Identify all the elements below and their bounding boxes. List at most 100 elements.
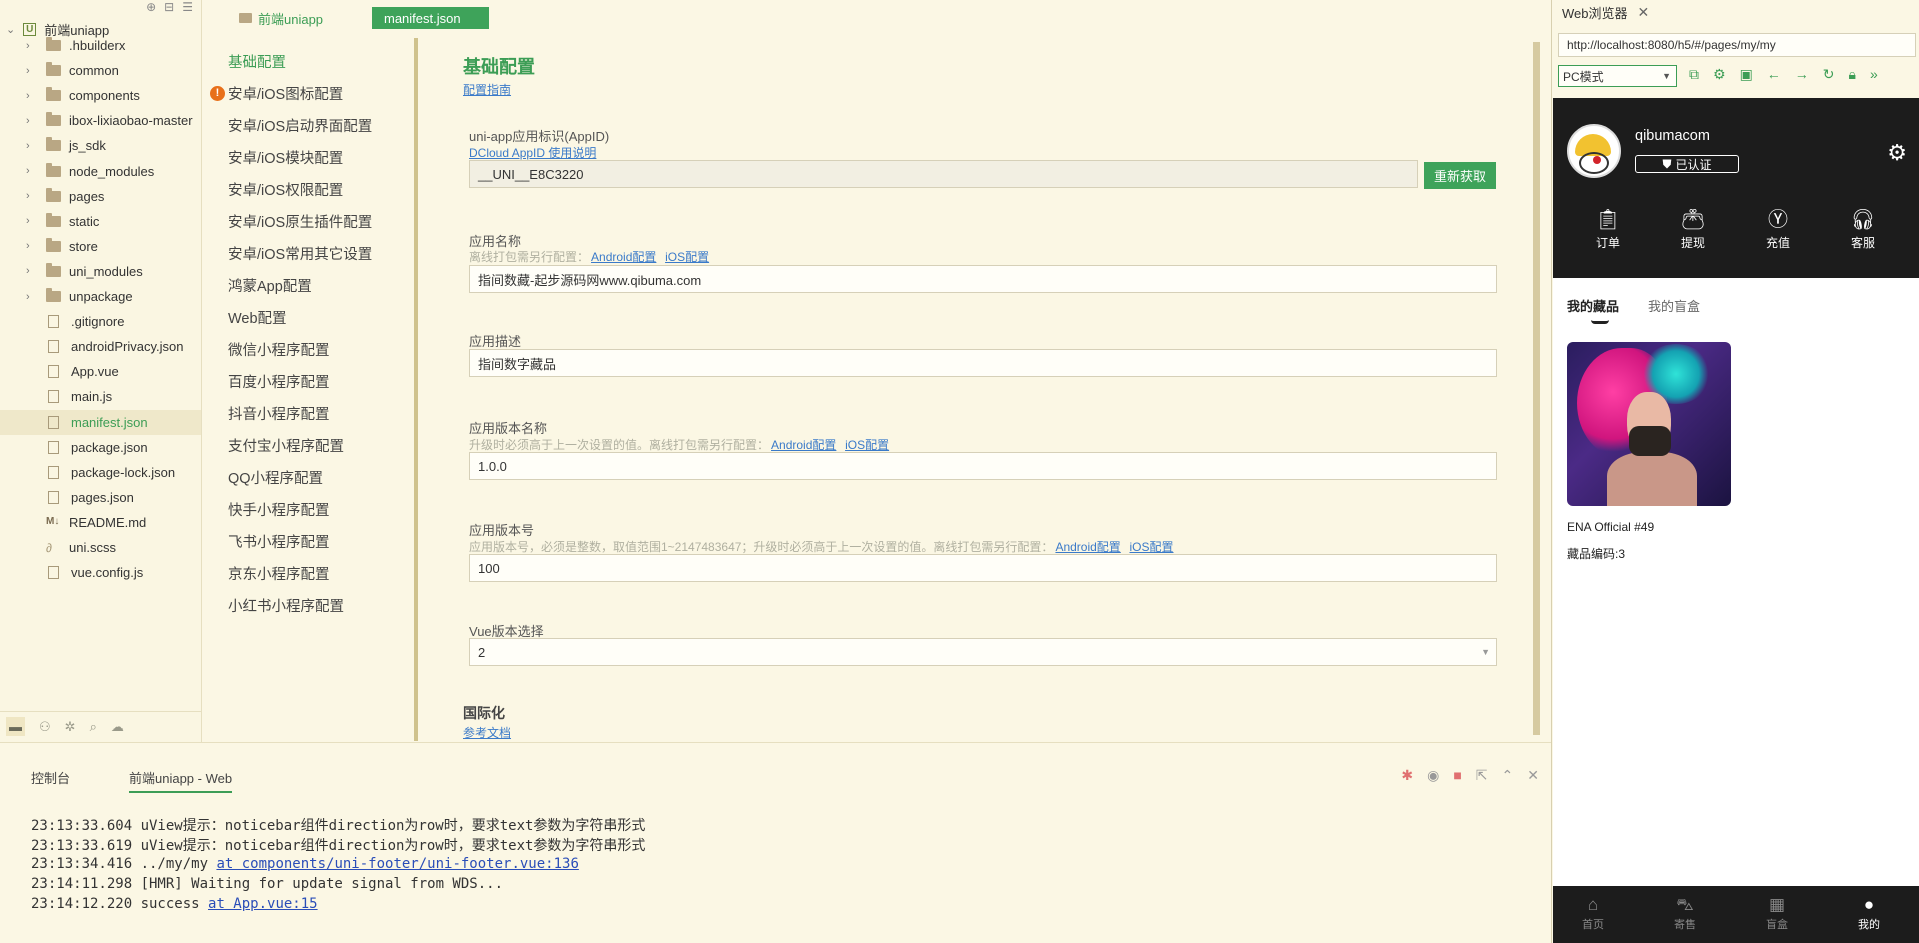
service-button[interactable]: 🎧︎ 客服 — [1833, 206, 1893, 251]
tree-item-main-js[interactable]: main.js — [0, 384, 201, 409]
more-icon[interactable]: » — [1870, 66, 1878, 83]
screenshot-icon[interactable]: ⧉ — [1689, 66, 1699, 83]
chevron-right-icon[interactable]: › — [26, 165, 46, 177]
tree-item-uni-modules[interactable]: › uni_modules — [0, 259, 201, 284]
tree-item-package-lock-json[interactable]: package-lock.json — [0, 460, 201, 485]
tree-item-js-sdk[interactable]: › js_sdk — [0, 133, 201, 158]
config-nav-item[interactable]: 快手小程序配置 — [228, 499, 330, 519]
nav-consign[interactable]: ⛍ 寄售 — [1665, 894, 1705, 932]
view-mode-select[interactable]: PC模式 ▼ — [1558, 65, 1677, 87]
clear-icon[interactable]: ✕ — [1527, 767, 1539, 784]
gear-icon[interactable]: ⚙ — [1887, 140, 1907, 166]
settings-icon[interactable]: ⚙ — [1713, 66, 1726, 83]
config-nav-item[interactable]: 抖音小程序配置 — [228, 403, 330, 423]
terminal-icon[interactable]: ▣ — [1740, 66, 1753, 83]
folder-view-icon[interactable]: ▬ — [6, 717, 25, 736]
menu-icon[interactable]: ☰ — [182, 0, 193, 14]
stop-icon[interactable]: ■ — [1453, 767, 1461, 784]
chevron-right-icon[interactable]: › — [26, 215, 46, 227]
android-config-link[interactable]: Android配置 — [1055, 540, 1120, 554]
tab-project[interactable]: 前端uniapp — [239, 7, 323, 29]
config-nav-item[interactable]: 基础配置 — [228, 51, 286, 71]
tree-item-static[interactable]: › static — [0, 209, 201, 234]
ios-config-link[interactable]: iOS配置 — [665, 250, 709, 264]
config-nav-item[interactable]: 飞书小程序配置 — [228, 531, 330, 551]
tree-item-vue-config-js[interactable]: vue.config.js — [0, 560, 201, 585]
lock-icon[interactable]: 🔒︎ — [1849, 66, 1856, 83]
collapse-icon[interactable]: ⊟ — [164, 0, 174, 14]
tree-item-unpackage[interactable]: › unpackage — [0, 284, 201, 309]
bug-icon[interactable]: ✱ — [1401, 767, 1413, 784]
android-config-link[interactable]: Android配置 — [771, 438, 836, 452]
back-arrow-icon[interactable]: ← — [1767, 66, 1781, 83]
i18n-doc-link[interactable]: 参考文档 — [463, 724, 511, 741]
nft-image[interactable] — [1567, 342, 1731, 506]
search-icon[interactable]: ⌕ — [90, 719, 97, 735]
open-external-icon[interactable]: ⇱ — [1476, 767, 1488, 784]
chevron-right-icon[interactable]: › — [26, 190, 46, 202]
config-nav-item[interactable]: 支付宝小程序配置 — [228, 435, 344, 455]
add-icon[interactable]: ⊕ — [146, 0, 156, 14]
version-name-input[interactable]: 1.0.0 — [469, 452, 1497, 480]
config-nav-item[interactable]: QQ小程序配置 — [228, 467, 323, 487]
chevron-right-icon[interactable]: › — [26, 40, 46, 52]
avatar[interactable] — [1567, 124, 1621, 178]
nav-home[interactable]: ⌂ 首页 — [1573, 894, 1613, 932]
config-nav-item[interactable]: 京东小程序配置 — [228, 563, 330, 583]
order-button[interactable]: 📋︎ 订单 — [1578, 206, 1638, 251]
config-nav-item[interactable]: 百度小程序配置 — [228, 371, 330, 391]
config-guide-link[interactable]: 配置指南 — [463, 81, 511, 98]
ios-config-link[interactable]: iOS配置 — [1129, 540, 1173, 554]
tree-item-uni-scss[interactable]: ∂ uni.scss — [0, 535, 201, 560]
chevron-right-icon[interactable]: › — [26, 115, 46, 127]
tree-item-pages[interactable]: › pages — [0, 184, 201, 209]
address-bar[interactable]: http://localhost:8080/h5/#/pages/my/my — [1558, 33, 1916, 57]
config-nav-item[interactable]: 安卓/iOS模块配置 — [228, 147, 343, 167]
tree-item-package-json[interactable]: package.json — [0, 435, 201, 460]
chevron-right-icon[interactable]: › — [26, 90, 46, 102]
config-nav-item[interactable]: ! 安卓/iOS图标配置 — [210, 83, 343, 103]
appid-help-link[interactable]: DCloud AppID 使用说明 — [469, 144, 596, 161]
config-nav-item[interactable]: 微信小程序配置 — [228, 339, 330, 359]
reload-icon[interactable]: ↻ — [1823, 66, 1835, 83]
tree-item-manifest-json[interactable]: manifest.json — [0, 409, 201, 435]
config-nav-item[interactable]: 小红书小程序配置 — [228, 595, 344, 615]
recharge-button[interactable]: Ⓨ 充值 — [1748, 206, 1808, 251]
nav-mine[interactable]: ● 我的 — [1849, 894, 1889, 932]
nav-blindbox[interactable]: ▦ 盲盒 — [1757, 894, 1797, 932]
tab-web-run[interactable]: 前端uniapp - Web — [129, 768, 233, 793]
tree-item-pages-json[interactable]: pages.json — [0, 485, 201, 510]
config-nav-item[interactable]: 安卓/iOS权限配置 — [228, 179, 343, 199]
config-nav-item[interactable]: Web配置 — [228, 307, 287, 327]
chevron-right-icon[interactable]: › — [26, 265, 46, 277]
tab-console[interactable]: 控制台 — [31, 768, 70, 787]
cloud-icon[interactable]: ☁ — [111, 719, 124, 735]
tree-item-node-modules[interactable]: › node_modules — [0, 159, 201, 184]
config-nav-item[interactable]: 安卓/iOS常用其它设置 — [228, 243, 372, 263]
chevron-right-icon[interactable]: › — [26, 291, 46, 303]
tree-item-common[interactable]: › common — [0, 58, 201, 83]
tree-item-components[interactable]: › components — [0, 83, 201, 108]
tree-item-app-vue[interactable]: App.vue — [0, 359, 201, 384]
config-nav-item[interactable]: 安卓/iOS启动界面配置 — [228, 115, 372, 135]
forward-arrow-icon[interactable]: → — [1795, 66, 1809, 83]
tree-item-ibox-lixiaobao-master[interactable]: › ibox-lixiaobao-master — [0, 108, 201, 133]
browser-tab[interactable]: Web浏览器 ✕ — [1562, 3, 1649, 22]
tab-my-collection[interactable]: 我的藏品 — [1567, 296, 1619, 315]
withdraw-button[interactable]: 👛︎ 提现 — [1663, 206, 1723, 251]
debug-icon[interactable]: ✲ — [65, 719, 76, 735]
app-name-input[interactable]: 指间数藏-起步源码网www.qibuma.com — [469, 265, 1497, 293]
appid-field[interactable]: __UNI__E8C3220 — [469, 160, 1418, 188]
record-icon[interactable]: ◉ — [1427, 767, 1439, 784]
config-nav-item[interactable]: 安卓/iOS原生插件配置 — [228, 211, 372, 231]
console-source-link[interactable]: at App.vue:15 — [208, 896, 318, 912]
refresh-appid-button[interactable]: 重新获取 — [1424, 162, 1496, 189]
vue-version-select[interactable]: 2 ▼ — [469, 638, 1497, 666]
tree-item-gitignore[interactable]: .gitignore — [0, 309, 201, 334]
plugins-icon[interactable]: ⚇ — [39, 719, 51, 735]
app-desc-input[interactable]: 指间数字藏品 — [469, 349, 1497, 377]
tree-item-store[interactable]: › store — [0, 234, 201, 259]
tab-manifest[interactable]: manifest.json — [372, 7, 489, 29]
chevron-right-icon[interactable]: › — [26, 240, 46, 252]
form-scrollbar[interactable] — [1533, 42, 1540, 735]
